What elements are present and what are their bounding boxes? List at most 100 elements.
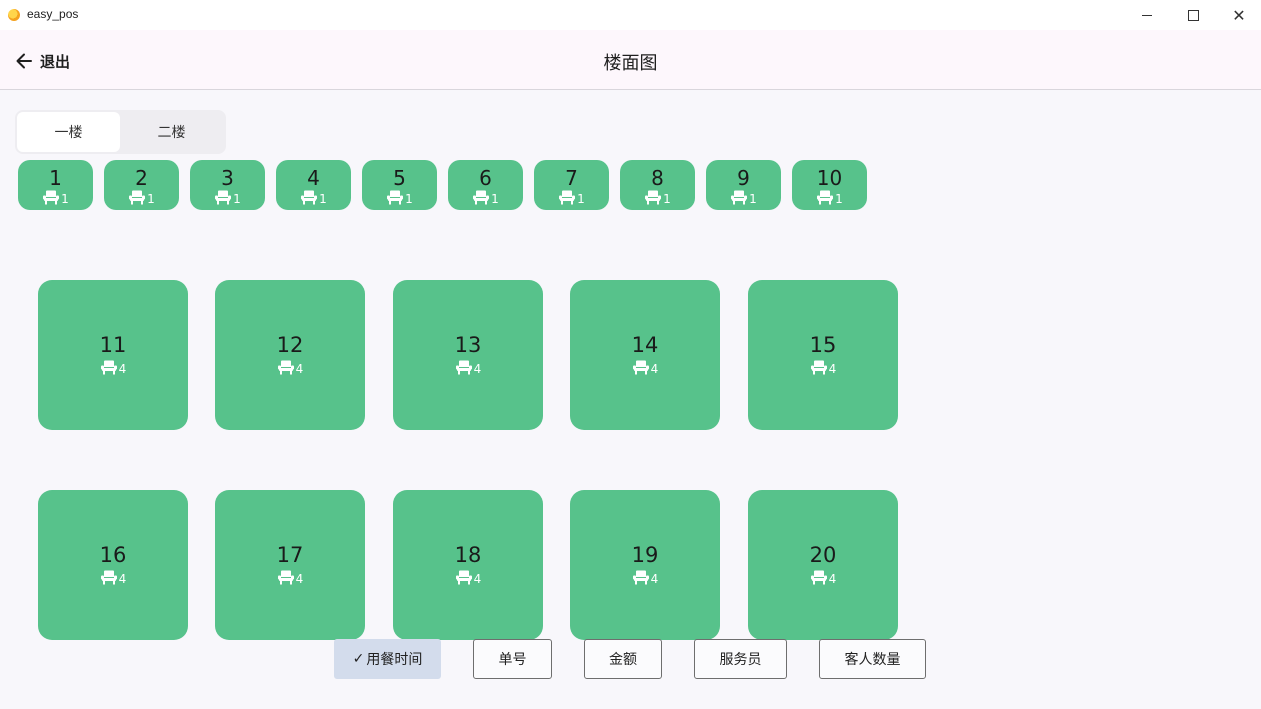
table-number: 19 — [631, 543, 659, 567]
sort-amount-button[interactable]: 金额 — [584, 639, 662, 679]
chair-icon — [100, 570, 117, 585]
page-title: 楼面图 — [603, 53, 658, 74]
table-number: 9 — [737, 165, 750, 190]
table-number: 10 — [816, 165, 843, 190]
table-tile[interactable]: 15 4 — [748, 280, 898, 430]
table-tile[interactable]: 18 4 — [393, 490, 543, 640]
seat-info: 4 — [277, 359, 304, 376]
chair-icon — [473, 190, 490, 204]
table-tile[interactable]: 17 4 — [215, 490, 365, 640]
chair-icon — [817, 190, 834, 204]
table-number: 12 — [276, 333, 304, 357]
table-tile[interactable]: 91 — [706, 160, 781, 210]
seat-count: 1 — [749, 191, 757, 206]
sort-order-number-button[interactable]: 单号 — [473, 639, 552, 679]
sort-dining-time-label: 用餐时间 — [366, 652, 423, 668]
table-tile[interactable]: 14 4 — [570, 280, 720, 430]
floor-tabs: 一楼 二楼 — [15, 110, 226, 154]
seat-info: 1 — [300, 189, 327, 205]
seat-info: 1 — [816, 189, 843, 205]
seat-info: 4 — [100, 569, 127, 586]
seat-info: 4 — [277, 569, 303, 585]
table-number: 2 — [135, 165, 148, 190]
chair-icon — [277, 360, 294, 375]
chair-icon — [645, 190, 662, 204]
chair-icon — [129, 190, 146, 204]
table-tile[interactable]: 41 — [276, 160, 351, 210]
seat-info: 4 — [810, 569, 836, 585]
chair-icon — [215, 190, 232, 204]
seat-count: 4 — [828, 362, 837, 376]
seat-info: 4 — [632, 359, 659, 376]
sort-waiter-button[interactable]: 服务员 — [694, 639, 787, 679]
table-tile[interactable]: 21 — [104, 160, 179, 210]
table-tile[interactable]: 51 — [362, 160, 437, 210]
chair-icon — [559, 190, 576, 204]
table-number: 7 — [565, 165, 578, 190]
table-number: 17 — [276, 543, 304, 567]
table-number: 16 — [99, 543, 127, 567]
seat-count: 1 — [663, 191, 671, 206]
table-tile[interactable]: 10 1 — [792, 160, 867, 210]
table-number: 13 — [454, 333, 482, 357]
table-tile[interactable]: 12 4 — [215, 280, 365, 430]
table-number: 4 — [307, 165, 320, 190]
table-tile[interactable]: 16 4 — [38, 490, 188, 640]
table-tile[interactable]: 31 — [190, 160, 265, 210]
seat-info: 1 — [386, 189, 413, 205]
seat-info: 1 — [472, 189, 499, 205]
chair-icon — [731, 190, 748, 204]
table-number: 14 — [631, 333, 659, 357]
table-number: 20 — [809, 543, 837, 567]
chair-icon — [632, 570, 649, 585]
app-logo-icon — [8, 9, 20, 21]
seat-info: 1 — [42, 189, 69, 205]
chair-icon — [632, 360, 649, 375]
chair-icon — [810, 360, 827, 375]
seat-count: 1 — [405, 191, 413, 206]
seat-count: 4 — [118, 572, 127, 586]
seat-count: 1 — [491, 191, 499, 206]
seat-count: 4 — [650, 362, 659, 376]
seat-count: 1 — [233, 191, 241, 206]
seat-count: 4 — [118, 362, 127, 376]
table-tile[interactable]: 81 — [620, 160, 695, 210]
seat-info: 1 — [558, 189, 585, 205]
seat-info: 1 — [730, 189, 757, 205]
check-icon: ✓ — [352, 651, 365, 667]
table-tile[interactable]: 20 4 — [748, 490, 898, 640]
seat-info: 4 — [455, 359, 481, 375]
sort-guest-count-button[interactable]: 客人数量 — [819, 639, 926, 679]
seat-info: 1 — [128, 189, 155, 205]
chair-icon — [387, 190, 404, 204]
seat-count: 1 — [835, 191, 843, 206]
table-number: 6 — [479, 165, 492, 190]
table-tile[interactable]: 11 4 — [38, 280, 188, 430]
chair-icon — [43, 190, 60, 204]
seat-info: 1 — [214, 189, 241, 205]
close-window-button[interactable]: ✕ — [1216, 0, 1261, 30]
table-number: 15 — [809, 333, 837, 357]
maximize-button[interactable] — [1170, 0, 1216, 30]
table-number: 3 — [221, 165, 234, 190]
minimize-button[interactable] — [1124, 0, 1170, 30]
table-tile[interactable]: 11 — [18, 160, 93, 210]
table-tile[interactable]: 13 4 — [393, 280, 543, 430]
chair-icon — [100, 360, 117, 375]
tab-floor-2[interactable]: 二楼 — [120, 112, 223, 152]
table-tile[interactable]: 61 — [448, 160, 523, 210]
seat-count: 1 — [577, 191, 585, 206]
seat-info: 1 — [644, 189, 671, 205]
table-tile[interactable]: 71 — [534, 160, 609, 210]
table-number: 8 — [651, 165, 664, 190]
chair-icon — [301, 190, 318, 204]
chair-icon — [277, 570, 294, 585]
table-number: 11 — [99, 333, 127, 357]
chair-icon — [810, 570, 827, 585]
sort-dining-time-button[interactable]: ✓ 用餐时间 — [334, 639, 441, 679]
seat-count: 4 — [650, 572, 659, 586]
table-tile[interactable]: 19 4 — [570, 490, 720, 640]
tab-floor-1[interactable]: 一楼 — [17, 112, 120, 152]
seat-info: 4 — [100, 359, 127, 376]
seat-count: 4 — [295, 362, 304, 376]
